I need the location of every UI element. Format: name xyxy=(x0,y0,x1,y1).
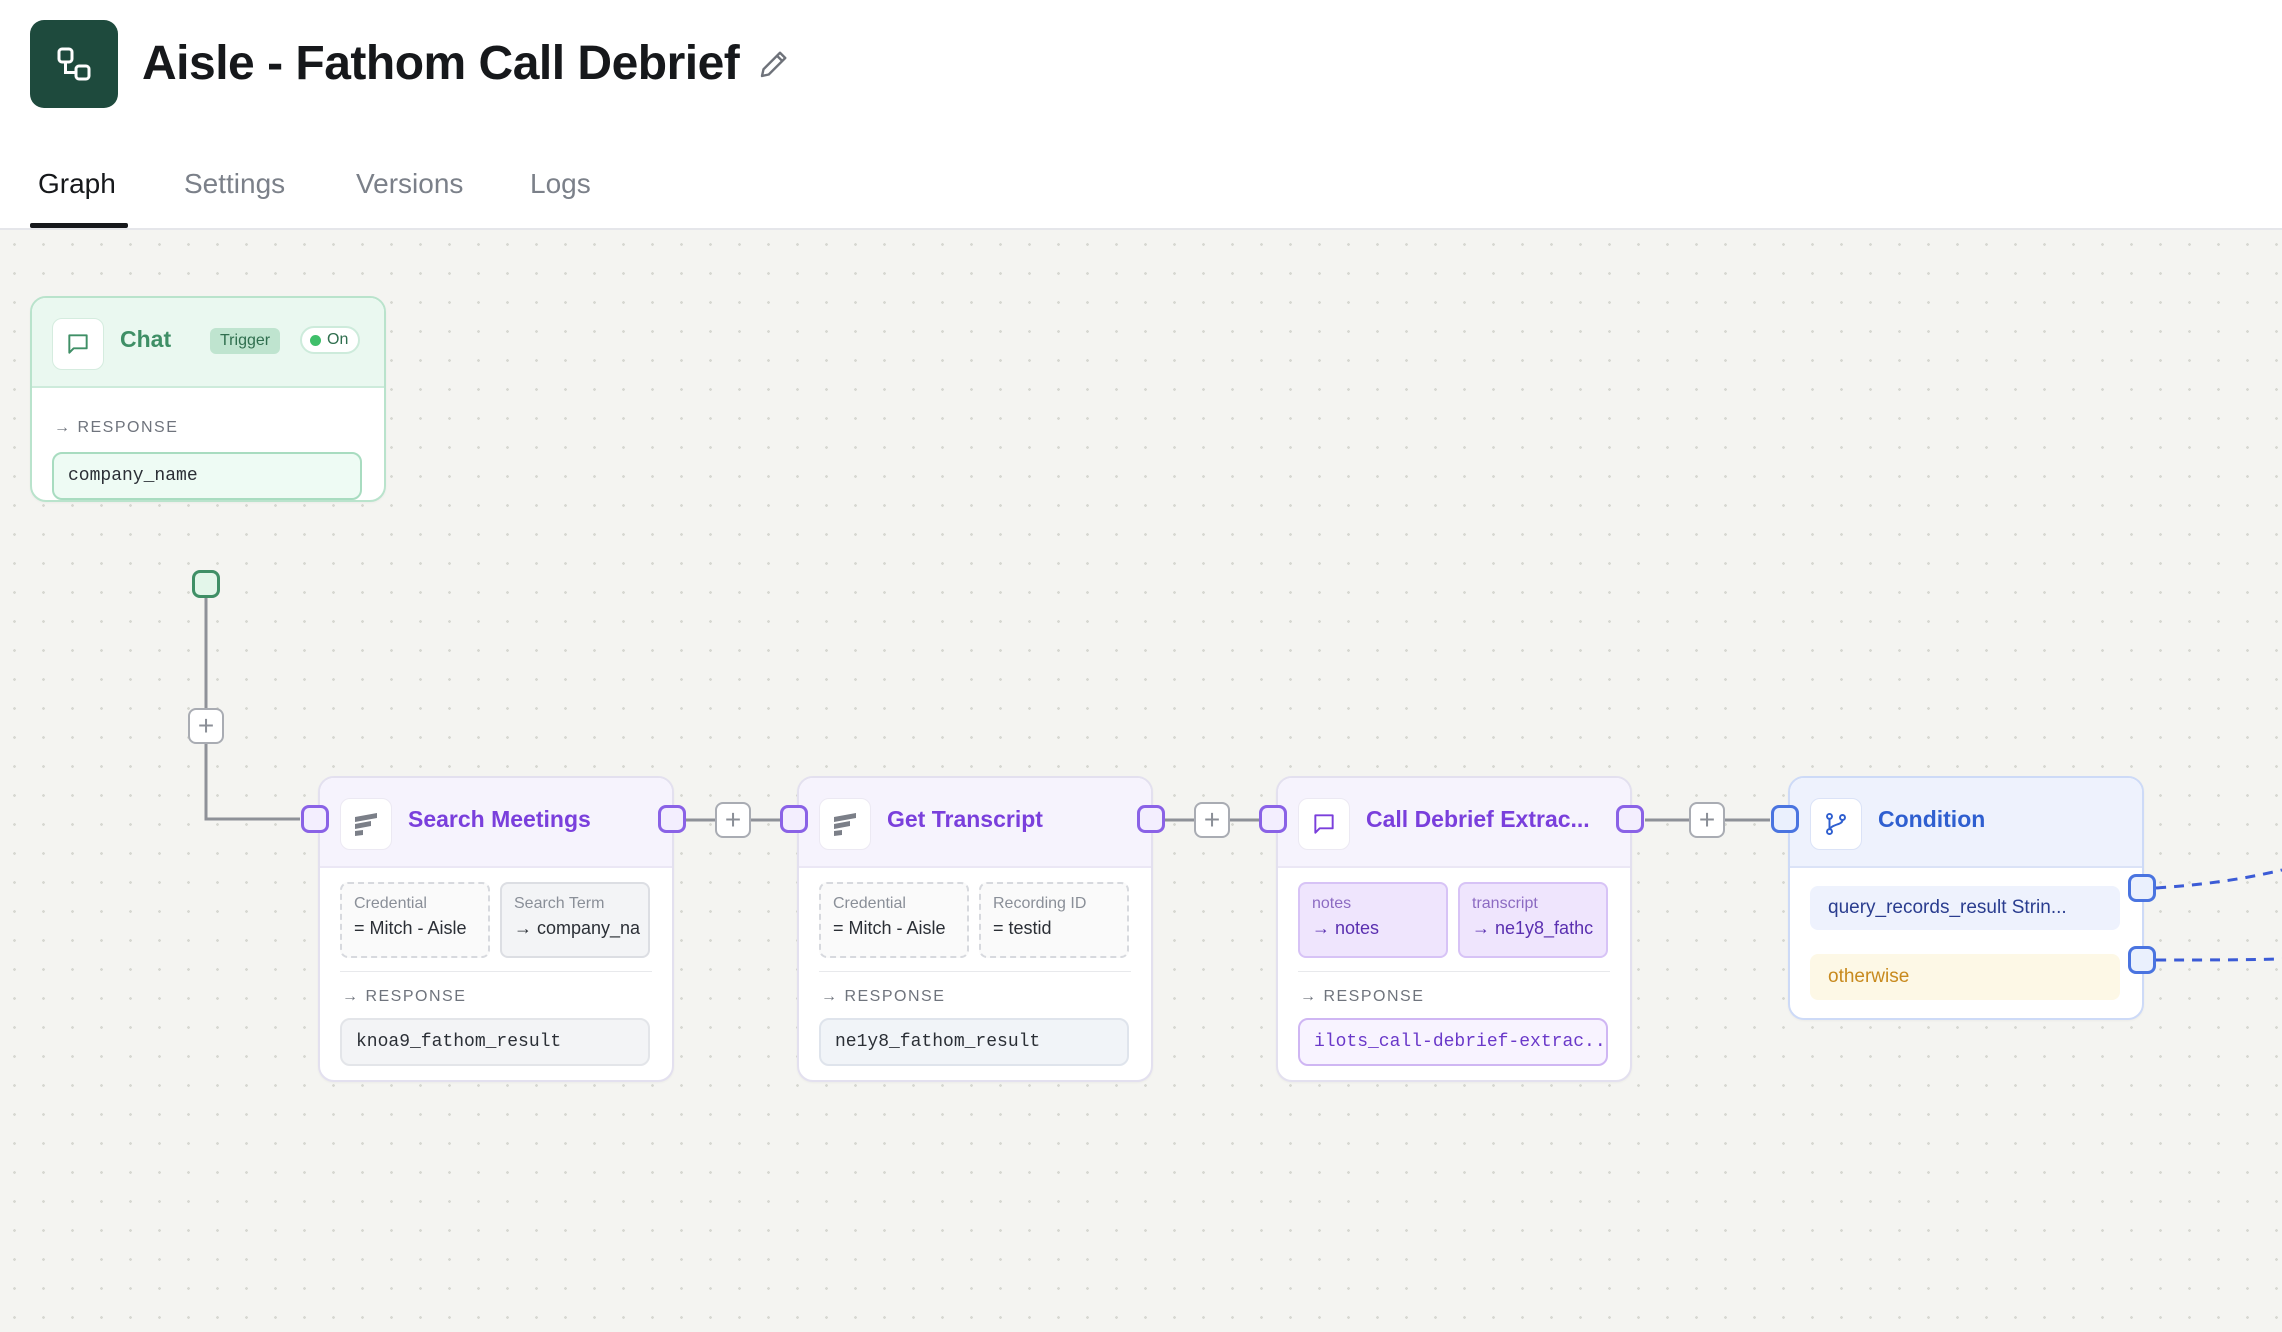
response-value[interactable]: ilots_call-debrief-extrac... xyxy=(1298,1018,1608,1066)
response-label: → RESPONSE xyxy=(821,988,946,1005)
call-debrief-output-port[interactable] xyxy=(1616,805,1644,833)
condition-branch[interactable]: query_records_result Strin... xyxy=(1810,886,2120,930)
condition-input-port[interactable] xyxy=(1771,805,1799,833)
node-title: Condition xyxy=(1878,806,1986,832)
search-meetings-output-port[interactable] xyxy=(658,805,686,833)
recording-id-field[interactable]: Recording ID = testid xyxy=(979,882,1129,958)
add-node-button[interactable]: + xyxy=(715,802,751,838)
chat-icon-box xyxy=(1298,798,1350,850)
credential-field[interactable]: Credential = Mitch - Aisle xyxy=(340,882,490,958)
search-term-field[interactable]: Search Term → company_na xyxy=(500,882,650,958)
workflow-nodes-icon xyxy=(57,47,91,81)
call-debrief-node[interactable]: Call Debrief Extrac... notes → notes tra… xyxy=(1276,776,1632,1082)
node-title: Search Meetings xyxy=(408,806,591,832)
fathom-logo-icon xyxy=(355,813,377,836)
node-title: Get Transcript xyxy=(887,806,1043,832)
plus-icon: + xyxy=(724,804,742,835)
add-node-button[interactable]: + xyxy=(1194,802,1230,838)
plus-icon: + xyxy=(1203,804,1221,835)
pencil-icon[interactable] xyxy=(756,46,792,82)
get-transcript-input-port[interactable] xyxy=(780,805,808,833)
chat-output-port[interactable] xyxy=(192,570,220,598)
add-node-button[interactable]: + xyxy=(1689,802,1725,838)
fathom-icon-box xyxy=(819,798,871,850)
chat-bubble-icon xyxy=(68,334,88,354)
status-label: On xyxy=(327,331,349,348)
status-badge: On xyxy=(300,326,361,354)
fathom-icon-box xyxy=(340,798,392,850)
notes-field[interactable]: notes → notes xyxy=(1298,882,1448,958)
chat-icon-box xyxy=(52,318,104,370)
tab-bar: Graph Settings Versions Logs xyxy=(0,150,2282,230)
active-tab-indicator xyxy=(30,223,128,228)
get-transcript-node[interactable]: Get Transcript Credential = Mitch - Aisl… xyxy=(797,776,1153,1082)
fathom-logo-icon xyxy=(834,813,856,836)
condition-branch-port[interactable] xyxy=(2128,874,2156,902)
transcript-field[interactable]: transcript → ne1y8_fathc xyxy=(1458,882,1608,958)
plus-icon: + xyxy=(197,710,215,741)
search-meetings-node[interactable]: Search Meetings Credential = Mitch - Ais… xyxy=(318,776,674,1082)
tab-graph[interactable]: Graph xyxy=(38,168,116,200)
tab-settings[interactable]: Settings xyxy=(184,168,285,200)
page-title: Aisle - Fathom Call Debrief xyxy=(142,37,740,90)
response-label: → RESPONSE xyxy=(342,988,467,1005)
chat-bubble-icon xyxy=(1314,814,1334,834)
credential-field[interactable]: Credential = Mitch - Aisle xyxy=(819,882,969,958)
response-value[interactable]: ne1y8_fathom_result xyxy=(819,1018,1129,1066)
response-label: → RESPONSE xyxy=(1300,988,1425,1005)
call-debrief-input-port[interactable] xyxy=(1259,805,1287,833)
add-node-button[interactable]: + xyxy=(188,708,224,744)
git-branch-icon xyxy=(1826,812,1846,836)
node-title: Chat xyxy=(120,326,172,352)
condition-node[interactable]: Condition query_records_result Strin... … xyxy=(1788,776,2144,1020)
tab-versions[interactable]: Versions xyxy=(356,168,463,200)
app-icon xyxy=(30,20,118,108)
status-dot-icon xyxy=(310,334,321,346)
otherwise-branch-port[interactable] xyxy=(2128,946,2156,974)
node-title: Call Debrief Extrac... xyxy=(1366,806,1590,832)
tab-logs[interactable]: Logs xyxy=(530,168,591,200)
trigger-badge: Trigger xyxy=(210,328,281,354)
otherwise-branch[interactable]: otherwise xyxy=(1810,954,2120,1000)
response-label: → RESPONSE xyxy=(54,419,179,436)
response-value[interactable]: knoa9_fathom_result xyxy=(340,1018,650,1066)
response-company-name[interactable]: company_name xyxy=(52,452,362,500)
search-meetings-input-port[interactable] xyxy=(301,805,329,833)
branch-icon-box xyxy=(1810,798,1862,850)
get-transcript-output-port[interactable] xyxy=(1137,805,1165,833)
graph-canvas[interactable]: Chat Trigger On → RESPONSE company_name … xyxy=(0,230,2282,1332)
chat-trigger-node[interactable]: Chat Trigger On → RESPONSE company_name … xyxy=(30,296,386,502)
plus-icon: + xyxy=(1698,804,1716,835)
